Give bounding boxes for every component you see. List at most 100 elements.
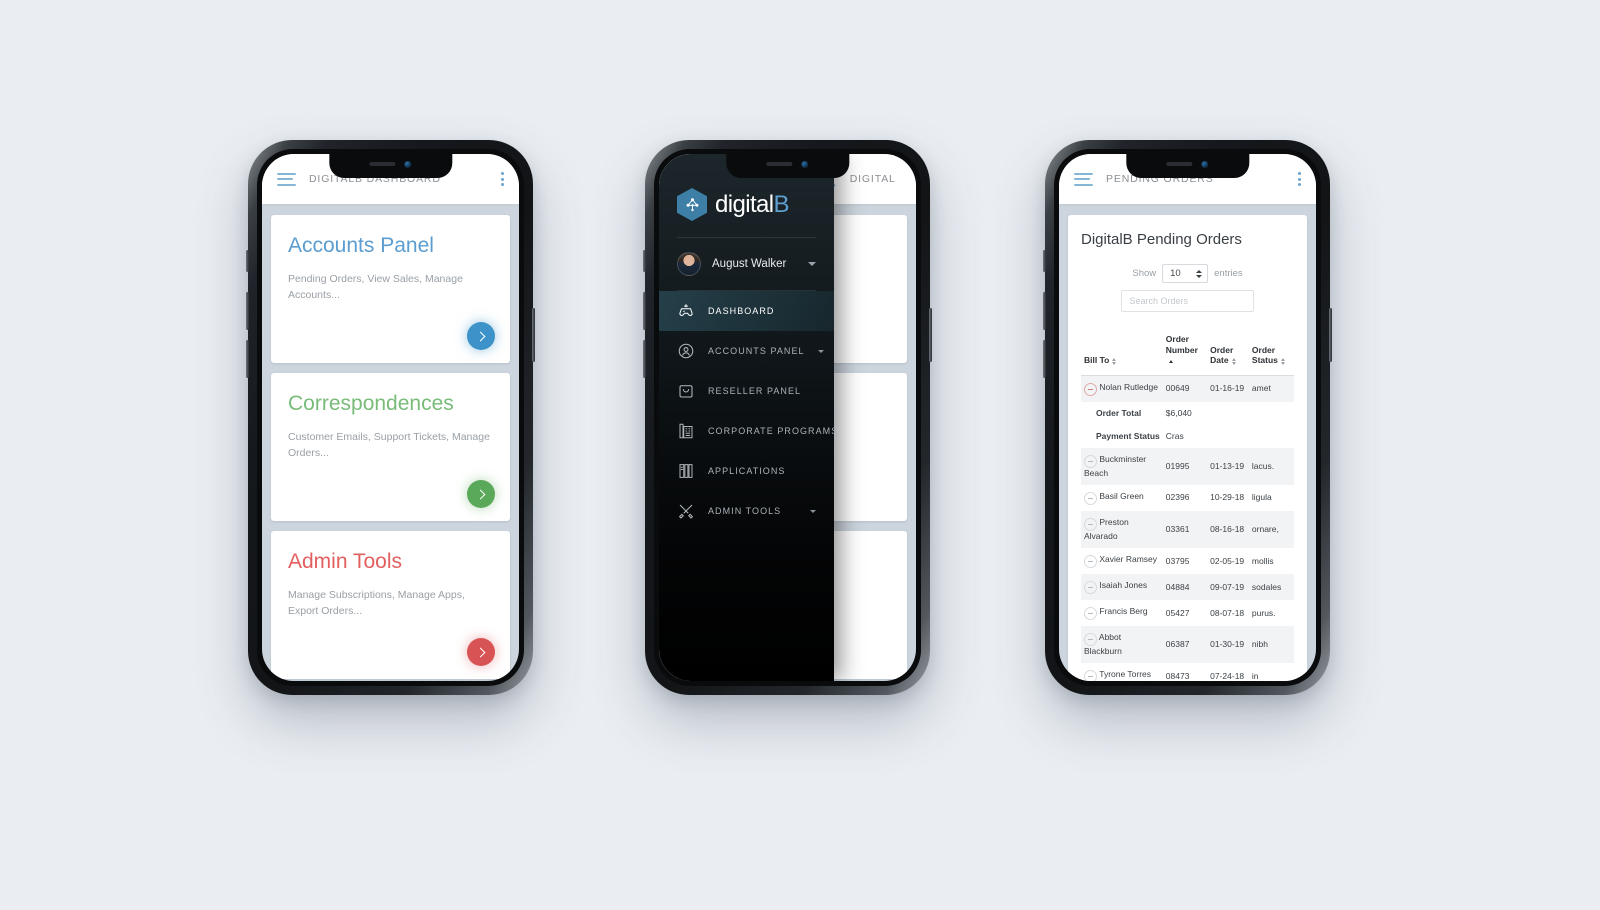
expand-row-icon[interactable] <box>1084 454 1097 468</box>
cell-order-number: 02396 <box>1165 492 1190 503</box>
expand-row-icon[interactable] <box>1084 633 1097 647</box>
table-row[interactable]: Nolan Rutledge 00649 01-16-19 amet <box>1081 375 1294 402</box>
caret-down-icon[interactable] <box>817 349 824 353</box>
column-header-order-date[interactable]: Order Date <box>1207 328 1249 376</box>
hamburger-icon[interactable] <box>1074 172 1093 186</box>
expand-row-icon[interactable] <box>1084 607 1097 621</box>
sidebar-item-applications[interactable]: APPLICATIONS <box>659 451 834 491</box>
cell-order-date: 10-29-18 <box>1210 492 1245 503</box>
collapse-row-icon[interactable] <box>1084 382 1097 396</box>
card-action-chevron-right-icon[interactable] <box>467 480 495 508</box>
sort-arrows-icon <box>1112 357 1117 365</box>
cell-order-status: amet <box>1251 383 1271 394</box>
caret-down-icon[interactable] <box>809 509 816 513</box>
detail-value: Cras <box>1165 430 1184 441</box>
search-input[interactable] <box>1121 290 1254 312</box>
card-correspondences[interactable]: Correspondences Customer Emails, Support… <box>271 373 510 521</box>
phone-mockup-navigation-drawer: DIGITAL Accou Pending Ord Accounts... Co… <box>643 140 932 695</box>
sidebar-item-label: ACCOUNTS PANEL <box>708 346 805 356</box>
phone-mute-switch <box>1043 250 1046 272</box>
bill-to-value: Francis Berg <box>1099 606 1148 617</box>
card-admin-tools[interactable]: Admin Tools Manage Subscriptions, Manage… <box>271 531 510 679</box>
sort-arrows-icon <box>1231 357 1236 365</box>
phone-power-button <box>929 308 932 362</box>
front-camera-icon <box>801 160 809 168</box>
phone-notch <box>1125 154 1250 178</box>
cell-order-date: 01-30-19 <box>1210 639 1245 650</box>
page-size-select[interactable]: 10 <box>1162 264 1209 283</box>
sidebar-item-reseller-panel[interactable]: RESELLER PANEL <box>659 371 834 411</box>
cell-order-status: nibh <box>1251 639 1268 650</box>
card-action-chevron-right-icon[interactable] <box>467 638 495 666</box>
orders-scroll-area[interactable]: DigitalB Pending Orders Show 10 entries <box>1059 204 1316 681</box>
table-row[interactable]: Preston Alvarado 03361 08-16-18 ornare, <box>1081 511 1294 549</box>
table-row[interactable]: Basil Green 02396 10-29-18 ligula <box>1081 485 1294 511</box>
phone3-screen: PENDING ORDERS DigitalB Pending Orders S… <box>1059 154 1316 681</box>
user-circle-icon <box>677 342 695 360</box>
card-title: Correspondences <box>288 392 454 415</box>
cell-bill-to: Isaiah Jones <box>1081 574 1163 600</box>
table-row[interactable]: Tyrone Torres 08473 07-24-18 in <box>1081 663 1294 681</box>
table-row-detail-order-total: Order Total $6,040 <box>1081 402 1294 425</box>
cell-order-number: 05427 <box>1165 607 1190 618</box>
front-camera-icon <box>404 160 412 168</box>
detail-value: $6,040 <box>1165 407 1192 418</box>
sidebar-item-label: CORPORATE PROGRAMS <box>708 426 839 436</box>
table-row[interactable]: Isaiah Jones 04884 09-07-19 sodales <box>1081 574 1294 601</box>
orders-panel: DigitalB Pending Orders Show 10 entries <box>1068 215 1307 681</box>
phone1-screen: DIGITALB DASHBOARD Accounts Panel Pendin… <box>262 154 519 681</box>
phone-volume-up-button <box>643 292 646 330</box>
page-title: DIGITAL <box>849 173 896 185</box>
table-row[interactable]: Xavier Ramsey 03795 02-05-19 mollis <box>1081 548 1294 574</box>
cell-order-status: sodales <box>1251 581 1282 592</box>
stepper-arrows-icon <box>1196 269 1203 278</box>
table-row[interactable]: Buckminster Beach 01995 01-13-19 lacus. <box>1081 447 1294 486</box>
cell-order-date: 01-16-19 <box>1210 383 1245 394</box>
cell-bill-to: Xavier Ramsey <box>1081 548 1163 574</box>
molecule-hexagon-icon <box>677 188 707 221</box>
cell-order-date: 08-07-18 <box>1210 607 1245 618</box>
phone-power-button <box>532 308 535 362</box>
cell-order-number: 04884 <box>1165 581 1190 592</box>
phone-power-button <box>1329 308 1332 362</box>
sidebar-item-label: DASHBOARD <box>708 306 775 316</box>
card-accounts-panel[interactable]: Accounts Panel Pending Orders, View Sale… <box>271 215 510 363</box>
cell-order-status: mollis <box>1251 555 1274 566</box>
column-header-order-number[interactable]: Order Number <box>1162 328 1208 376</box>
expand-row-icon[interactable] <box>1084 555 1097 569</box>
table-row[interactable]: Francis Berg 05427 08-07-18 purus. <box>1081 600 1294 626</box>
table-header-row: Bill To Order Number Order Date Order St… <box>1081 328 1294 376</box>
kebab-menu-icon[interactable] <box>1298 172 1301 186</box>
cell-bill-to: Abbot Blackburn <box>1081 626 1163 663</box>
cell-bill-to: Basil Green <box>1081 485 1163 511</box>
column-label: Bill To <box>1084 355 1110 366</box>
pending-orders-app: PENDING ORDERS DigitalB Pending Orders S… <box>1059 154 1316 681</box>
sidebar-item-accounts-panel[interactable]: ACCOUNTS PANEL <box>659 331 834 371</box>
earpiece-speaker-icon <box>766 162 793 166</box>
phone2-screen: DIGITAL Accou Pending Ord Accounts... Co… <box>659 154 916 681</box>
expand-row-icon[interactable] <box>1084 518 1097 532</box>
expand-row-icon[interactable] <box>1084 670 1097 681</box>
bill-to-value: Xavier Ramsey <box>1099 554 1158 565</box>
drawer-user-profile[interactable]: August Walker <box>659 238 834 290</box>
sidebar-item-admin-tools[interactable]: ADMIN TOOLS <box>659 491 834 531</box>
cell-order-date: 01-13-19 <box>1210 460 1245 471</box>
phone-volume-down-button <box>1043 340 1046 378</box>
caret-down-icon[interactable] <box>807 262 816 266</box>
hamburger-icon[interactable] <box>277 172 296 186</box>
sidebar-item-dashboard[interactable]: DASHBOARD <box>659 291 834 331</box>
column-header-order-status[interactable]: Order Status <box>1248 328 1294 376</box>
column-header-bill-to[interactable]: Bill To <box>1081 328 1163 376</box>
bill-to-value: Nolan Rutledge <box>1099 381 1158 392</box>
expand-row-icon[interactable] <box>1084 581 1097 595</box>
dashboard-card-list[interactable]: Accounts Panel Pending Orders, View Sale… <box>262 204 519 681</box>
table-row[interactable]: Abbot Blackburn 06387 01-30-19 nibh <box>1081 626 1294 664</box>
expand-row-icon[interactable] <box>1084 492 1097 506</box>
navigation-drawer[interactable]: digitalB August Walker DASHBOARD ACCOUNT… <box>659 154 837 681</box>
user-name: August Walker <box>712 258 787 270</box>
kebab-menu-icon[interactable] <box>501 172 504 186</box>
cell-order-status: purus. <box>1251 607 1276 618</box>
phone-volume-down-button <box>643 340 646 378</box>
sidebar-item-corporate-programs[interactable]: CORPORATE PROGRAMS <box>659 411 837 451</box>
card-action-chevron-right-icon[interactable] <box>467 322 495 350</box>
